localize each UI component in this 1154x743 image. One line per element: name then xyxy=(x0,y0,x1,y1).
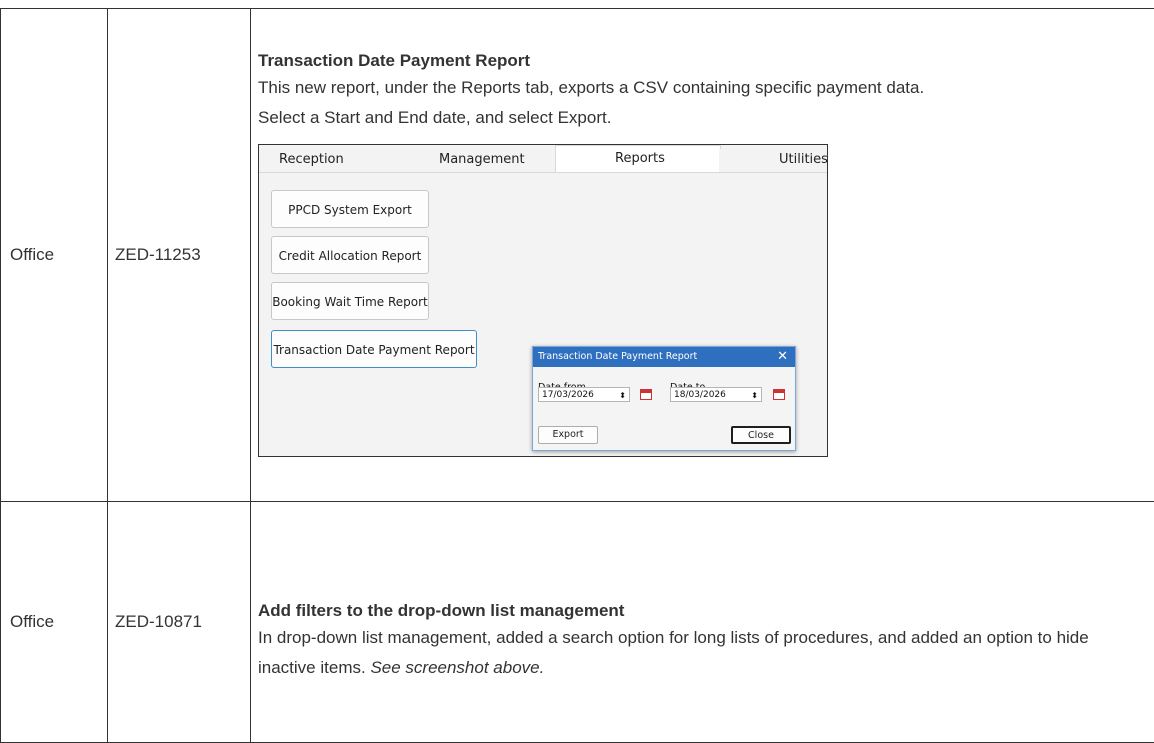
transaction-date-payment-report-button[interactable]: Transaction Date Payment Report xyxy=(271,330,477,368)
release-notes-table: Office ZED-11253 Transaction Date Paymen… xyxy=(0,8,1154,743)
area-cell: Office xyxy=(1,502,108,743)
export-button[interactable]: Export xyxy=(538,426,598,444)
feature-description: In drop-down list management, added a se… xyxy=(258,623,1144,683)
table-row: Office ZED-11253 Transaction Date Paymen… xyxy=(1,9,1154,502)
description-cell: Transaction Date Payment Report This new… xyxy=(251,9,1154,502)
description-cell: Add filters to the drop-down list manage… xyxy=(251,502,1154,743)
tab-label: Reports xyxy=(615,148,665,169)
feature-title: Transaction Date Payment Report xyxy=(258,49,1144,73)
tab-utilities[interactable]: Utilities xyxy=(719,149,827,173)
embedded-screenshot: Reception Management Reports Utilities P… xyxy=(258,144,828,457)
ticket-cell: ZED-10871 xyxy=(108,502,251,743)
area-cell: Office xyxy=(1,9,108,502)
date-from-value: 17/03/2026 xyxy=(542,390,594,400)
tab-divider xyxy=(259,172,827,173)
feature-description-line: Select a Start and End date, and select … xyxy=(258,103,1144,133)
table-row: Office ZED-10871 Add filters to the drop… xyxy=(1,502,1154,743)
tab-management[interactable]: Management xyxy=(407,149,555,173)
feature-description-line: This new report, under the Reports tab, … xyxy=(258,73,1144,103)
tab-bar: Reception Management Reports Utilities xyxy=(259,145,827,173)
date-to-field[interactable]: 18/03/2026 ⬍ xyxy=(670,387,762,402)
ticket-cell: ZED-11253 xyxy=(108,9,251,502)
credit-allocation-report-button[interactable]: Credit Allocation Report xyxy=(271,236,429,274)
feature-note: See screenshot above. xyxy=(370,658,544,677)
booking-wait-time-report-button[interactable]: Booking Wait Time Report xyxy=(271,282,429,320)
date-to-value: 18/03/2026 xyxy=(674,390,726,400)
calendar-icon[interactable] xyxy=(773,389,785,400)
close-button[interactable]: Close xyxy=(731,426,791,444)
tab-label: Utilities xyxy=(779,149,828,170)
ppcd-system-export-button[interactable]: PPCD System Export xyxy=(271,190,429,228)
tab-label: Reception xyxy=(279,149,344,170)
date-from-field[interactable]: 17/03/2026 ⬍ xyxy=(538,387,630,402)
spinner-icon[interactable]: ⬍ xyxy=(751,388,758,403)
tab-label: Management xyxy=(439,149,525,170)
tab-reports[interactable]: Reports xyxy=(555,145,721,173)
dialog-title-bar: Transaction Date Payment Report ✕ xyxy=(533,347,795,367)
transaction-report-dialog: Transaction Date Payment Report ✕ Date f… xyxy=(532,346,796,451)
dialog-title: Transaction Date Payment Report xyxy=(538,351,697,362)
calendar-icon[interactable] xyxy=(640,389,652,400)
feature-title: Add filters to the drop-down list manage… xyxy=(258,599,1144,623)
spinner-icon[interactable]: ⬍ xyxy=(619,388,626,403)
tab-reception[interactable]: Reception xyxy=(259,149,407,173)
close-icon[interactable]: ✕ xyxy=(777,347,788,367)
